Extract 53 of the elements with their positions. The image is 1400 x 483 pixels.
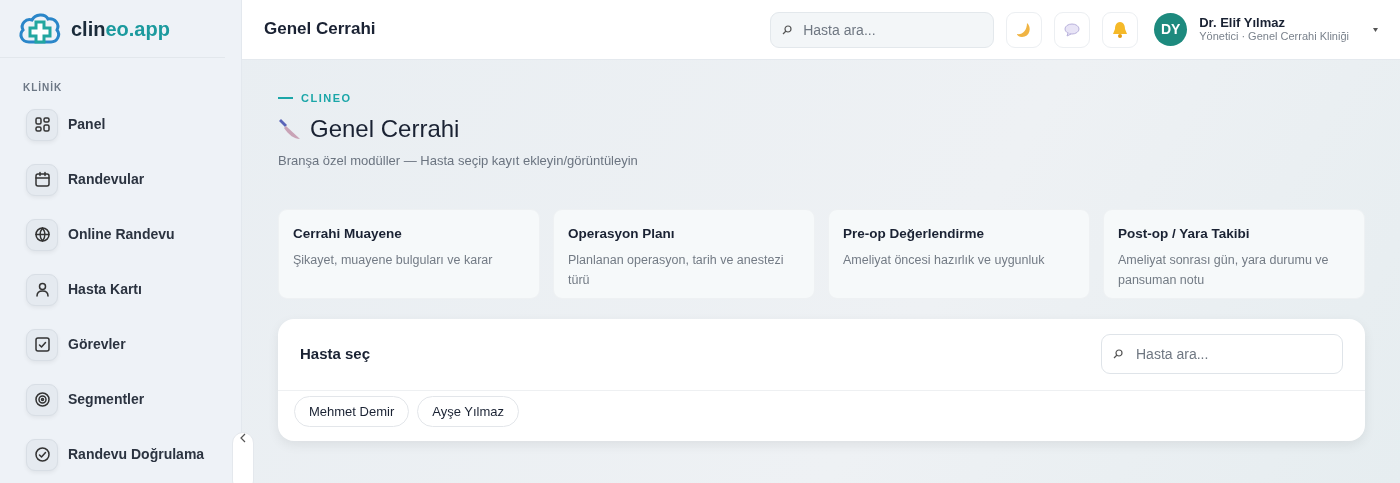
target-icon (33, 391, 51, 408)
module-description: Şikayet, muayene bulguları ve karar (293, 252, 494, 270)
module-card[interactable]: Cerrahi Muayene Şikayet, muayene bulguları ve karar (278, 208, 540, 299)
nav-item[interactable]: Randevular (0, 152, 145, 207)
section-label: KLİNİK (22, 80, 64, 95)
module-title: Cerrahi Muayene (293, 224, 403, 243)
patient-chip[interactable]: Ayşe Yılmaz (417, 395, 520, 428)
patient-chip[interactable]: Mehmet Demir (294, 395, 410, 428)
globe-icon (33, 226, 51, 243)
user-name: Dr. Elif Yılmaz (1199, 15, 1286, 31)
page-title: Genel Cerrahi (310, 114, 460, 144)
module-card[interactable]: Pre-op Değerlendirme Ameliyat öncesi hazırlık ve uygunluk (828, 208, 1090, 299)
eyebrow-label: CLINEO (301, 91, 352, 106)
chevron-left-icon (240, 433, 246, 443)
module-description: Planlanan operasyon, tarih ve anestezi türü (568, 252, 785, 290)
messages-button[interactable] (1054, 11, 1091, 48)
speech-bubble-icon (1064, 22, 1081, 37)
module-title: Post-op / Yara Takibi (1118, 224, 1251, 243)
logo-icon (17, 11, 63, 46)
nav-item[interactable]: Randevu Doğrulama (0, 427, 205, 482)
moon-icon (1016, 21, 1033, 38)
brand-name: clineo.app (71, 16, 170, 42)
search-icon (782, 24, 793, 35)
nav-item[interactable]: Görevler (0, 317, 126, 372)
scalpel-icon (278, 116, 302, 141)
module-card[interactable]: Operasyon Planı Planlanan operasyon, tarih ve anestezi türü (553, 208, 815, 299)
module-description: Ameliyat öncesi hazırlık ve uygunluk (843, 252, 1046, 270)
search-field[interactable]: Hasta ara... (770, 11, 995, 48)
checkbox-icon (33, 336, 51, 353)
patient-search-field[interactable]: Hasta ara... (1101, 334, 1343, 375)
grid-icon (33, 116, 51, 133)
user-role: Yönetici · Genel Cerrahi Kliniği (1199, 30, 1349, 44)
page-header-title: Genel Cerrahi (264, 19, 376, 40)
nav-item[interactable]: Online Randevu (0, 207, 175, 262)
module-description: Ameliyat sonrası gün, yara durumu ve pansuman notu (1118, 252, 1330, 290)
calendar-icon (33, 171, 51, 188)
module-card[interactable]: Post-op / Yara Takibi Ameliyat sonrası gün, yara durumu ve pansuman notu (1103, 208, 1365, 299)
search-icon (1113, 349, 1123, 360)
collapse-handle[interactable] (232, 432, 254, 483)
nav-item[interactable]: Panel (0, 97, 106, 152)
card-title: Hasta seç (300, 344, 371, 365)
bell-icon (1112, 21, 1129, 38)
module-title: Operasyon Planı (568, 224, 676, 243)
notifications-button[interactable] (1102, 11, 1139, 48)
page-subtitle: Branşa özel modüller — Hasta seçip kayıt ekleyin/görüntüleyin (278, 152, 639, 171)
nav-item[interactable]: Hasta Kartı (0, 262, 142, 317)
nav-item[interactable]: Segmentler (0, 372, 145, 427)
user-avatar[interactable]: DY (1154, 13, 1188, 46)
caret-icon[interactable] (1373, 27, 1378, 32)
check-circle-icon (33, 446, 51, 463)
module-title: Pre-op Değerlendirme (843, 224, 986, 243)
theme-toggle-button[interactable] (1006, 11, 1043, 48)
person-icon (33, 281, 51, 298)
